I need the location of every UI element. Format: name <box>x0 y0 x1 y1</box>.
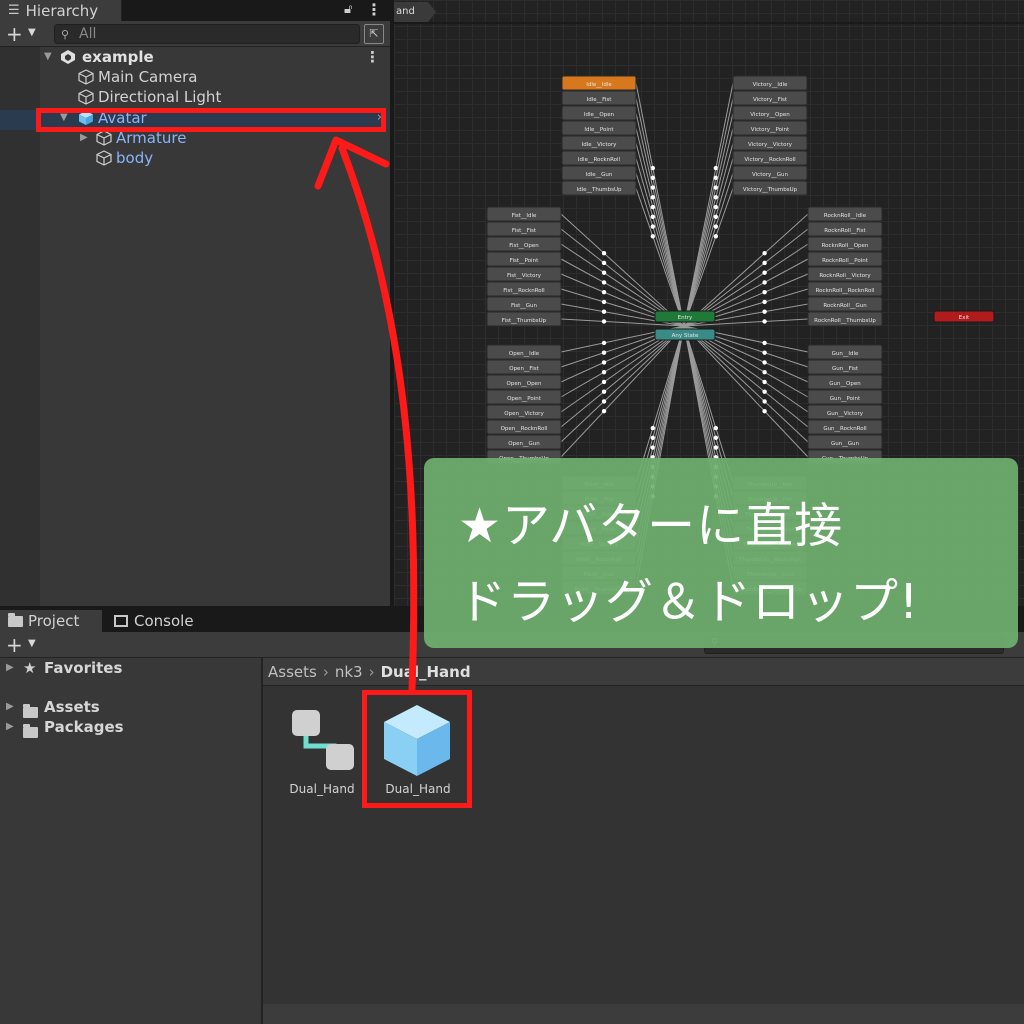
instruction-callout: ★アバターに直接 ドラッグ＆ドロップ! <box>424 458 1018 648</box>
callout-line-1: ★アバターに直接 <box>458 498 844 554</box>
callout-line-2: ドラッグ＆ドロップ! <box>458 574 920 630</box>
